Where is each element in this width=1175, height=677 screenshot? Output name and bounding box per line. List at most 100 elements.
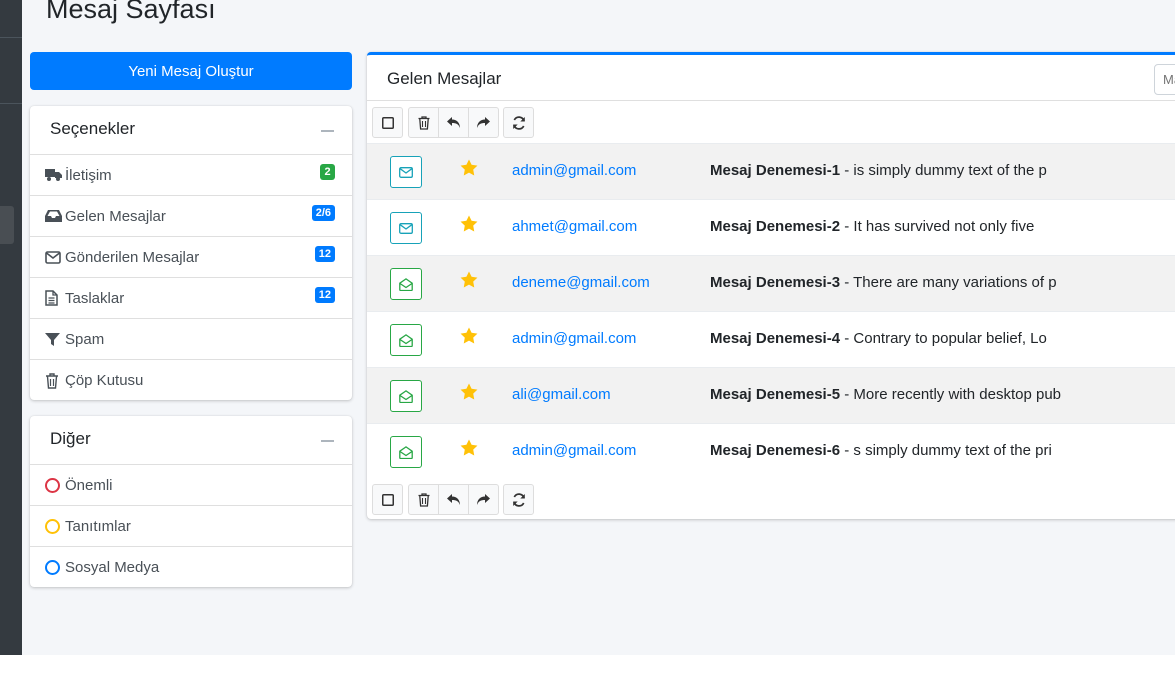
count-badge: 2 (320, 164, 335, 180)
delete-button[interactable] (408, 484, 439, 515)
sidebar-divider (0, 103, 22, 104)
star-icon[interactable] (460, 383, 478, 400)
sync-icon (512, 115, 525, 130)
compose-button[interactable]: Yeni Mesaj Oluştur (30, 52, 352, 90)
sender-link[interactable]: admin@gmail.com (512, 162, 636, 179)
subject-preview: - It has survived not only five (840, 218, 1035, 235)
mail-search-input[interactable] (1154, 64, 1175, 95)
delete-button[interactable] (408, 107, 439, 138)
mark-unread-button[interactable] (390, 268, 422, 300)
circle-icon (45, 560, 60, 575)
collapse-icon[interactable] (321, 440, 334, 442)
mailbox-toolbar (372, 107, 534, 138)
main-sidebar (0, 0, 22, 655)
sender-link[interactable]: ahmet@gmail.com (512, 218, 637, 235)
sidebar-active-item[interactable] (0, 206, 14, 244)
label-item-label: Sosyal Medya (65, 559, 160, 576)
mark-unread-button[interactable] (390, 436, 422, 468)
reply-button[interactable] (438, 107, 469, 138)
options-card-header: Seçenekler (30, 106, 352, 155)
sender-link[interactable]: admin@gmail.com (512, 442, 636, 459)
trash-icon (418, 115, 429, 130)
star-icon[interactable] (460, 327, 478, 344)
page-title: Mesaj Sayfası (46, 0, 216, 24)
forward-button[interactable] (468, 484, 499, 515)
mail-action-group (408, 484, 499, 515)
nav-item-drafts[interactable]: Taslaklar 12 (30, 278, 352, 319)
star-icon[interactable] (460, 271, 478, 288)
sender-link[interactable]: ali@gmail.com (512, 386, 611, 403)
labels-card-title: Diğer (50, 429, 91, 448)
reply-icon (447, 494, 460, 505)
nav-item-sent[interactable]: Gönderilen Mesajlar 12 (30, 237, 352, 278)
label-item-label: Tanıtımlar (65, 517, 131, 535)
mark-read-button[interactable] (390, 212, 422, 244)
mark-read-button[interactable] (390, 156, 422, 188)
sync-icon (512, 492, 525, 507)
share-icon (477, 117, 490, 128)
message-row[interactable]: deneme@gmail.com Mesaj Denemesi-3 - Ther… (367, 255, 1175, 311)
footer (0, 655, 1175, 677)
file-icon (45, 290, 63, 306)
envelope-icon (399, 166, 413, 178)
sender-link[interactable]: deneme@gmail.com (512, 274, 650, 291)
subject-preview: - More recently with desktop pub (840, 386, 1062, 403)
message-subject[interactable]: Mesaj Denemesi-5 - More recently with de… (710, 386, 1061, 403)
nav-item-label: Spam (65, 330, 105, 348)
star-icon[interactable] (460, 159, 478, 176)
refresh-button[interactable] (503, 107, 534, 138)
nav-item-label: Çöp Kutusu (65, 372, 144, 389)
message-row[interactable]: admin@gmail.com Mesaj Denemesi-6 - s sim… (367, 423, 1175, 479)
label-item-social[interactable]: Sosyal Medya (30, 547, 352, 588)
count-badge: 2/6 (311, 205, 335, 221)
subject-preview: - There are many variations of p (840, 274, 1057, 291)
refresh-button[interactable] (503, 484, 534, 515)
share-icon (477, 494, 490, 505)
message-subject[interactable]: Mesaj Denemesi-1 - is simply dummy text … (710, 162, 1047, 179)
message-row[interactable]: admin@gmail.com Mesaj Denemesi-4 - Contr… (367, 311, 1175, 367)
mark-unread-button[interactable] (390, 380, 422, 412)
sender-link[interactable]: admin@gmail.com (512, 330, 636, 347)
star-icon[interactable] (460, 439, 478, 456)
envelope-open-icon (399, 389, 413, 403)
circle-icon (45, 518, 60, 534)
square-icon (381, 116, 394, 129)
collapse-icon[interactable] (321, 130, 334, 132)
message-subject[interactable]: Mesaj Denemesi-3 - There are many variat… (710, 274, 1057, 291)
subject-title: Mesaj Denemesi-6 (710, 442, 841, 459)
inbox-card: Gelen Mesajlar Mail Ara admin@gmail.com … (367, 52, 1175, 519)
envelope-open-icon (399, 277, 413, 291)
label-item-important[interactable]: Önemli (30, 465, 352, 506)
message-row[interactable]: ali@gmail.com Mesaj Denemesi-5 - More re… (367, 367, 1175, 423)
square-icon (381, 493, 394, 506)
label-item-promotions[interactable]: Tanıtımlar (30, 506, 352, 547)
envelope-open-icon (399, 445, 413, 459)
nav-item-label: Taslaklar (65, 289, 125, 307)
labels-card: Diğer Önemli Tanıtımlar Sosyal Medya (30, 416, 352, 587)
truck-icon (45, 168, 63, 182)
nav-item-trash[interactable]: Çöp Kutusu (30, 360, 352, 401)
trash-icon (45, 372, 63, 389)
select-all-button[interactable] (372, 484, 403, 515)
nav-item-contact[interactable]: İletişim 2 (30, 155, 352, 196)
message-subject[interactable]: Mesaj Denemesi-2 - It has survived not o… (710, 218, 1034, 235)
message-subject[interactable]: Mesaj Denemesi-4 - Contrary to popular b… (710, 330, 1047, 347)
message-row[interactable]: ahmet@gmail.com Mesaj Denemesi-2 - It ha… (367, 199, 1175, 255)
message-subject[interactable]: Mesaj Denemesi-6 - s simply dummy text o… (710, 442, 1052, 459)
mail-action-group (408, 107, 499, 138)
nav-item-label: İletişim (65, 166, 112, 184)
subject-preview: - Contrary to popular belief, Lo (840, 330, 1047, 347)
sidebar-divider (0, 37, 22, 38)
forward-button[interactable] (468, 107, 499, 138)
circle-icon (45, 477, 60, 493)
message-row[interactable]: admin@gmail.com Mesaj Denemesi-1 - is si… (367, 143, 1175, 199)
select-all-button[interactable] (372, 107, 403, 138)
nav-item-inbox[interactable]: Gelen Mesajlar 2/6 (30, 196, 352, 237)
envelope-open-icon (399, 333, 413, 347)
star-icon[interactable] (460, 215, 478, 232)
label-item-label: Önemli (65, 476, 113, 494)
subject-title: Mesaj Denemesi-2 (710, 218, 841, 235)
nav-item-spam[interactable]: Spam (30, 319, 352, 360)
reply-button[interactable] (438, 484, 469, 515)
mark-unread-button[interactable] (390, 324, 422, 356)
